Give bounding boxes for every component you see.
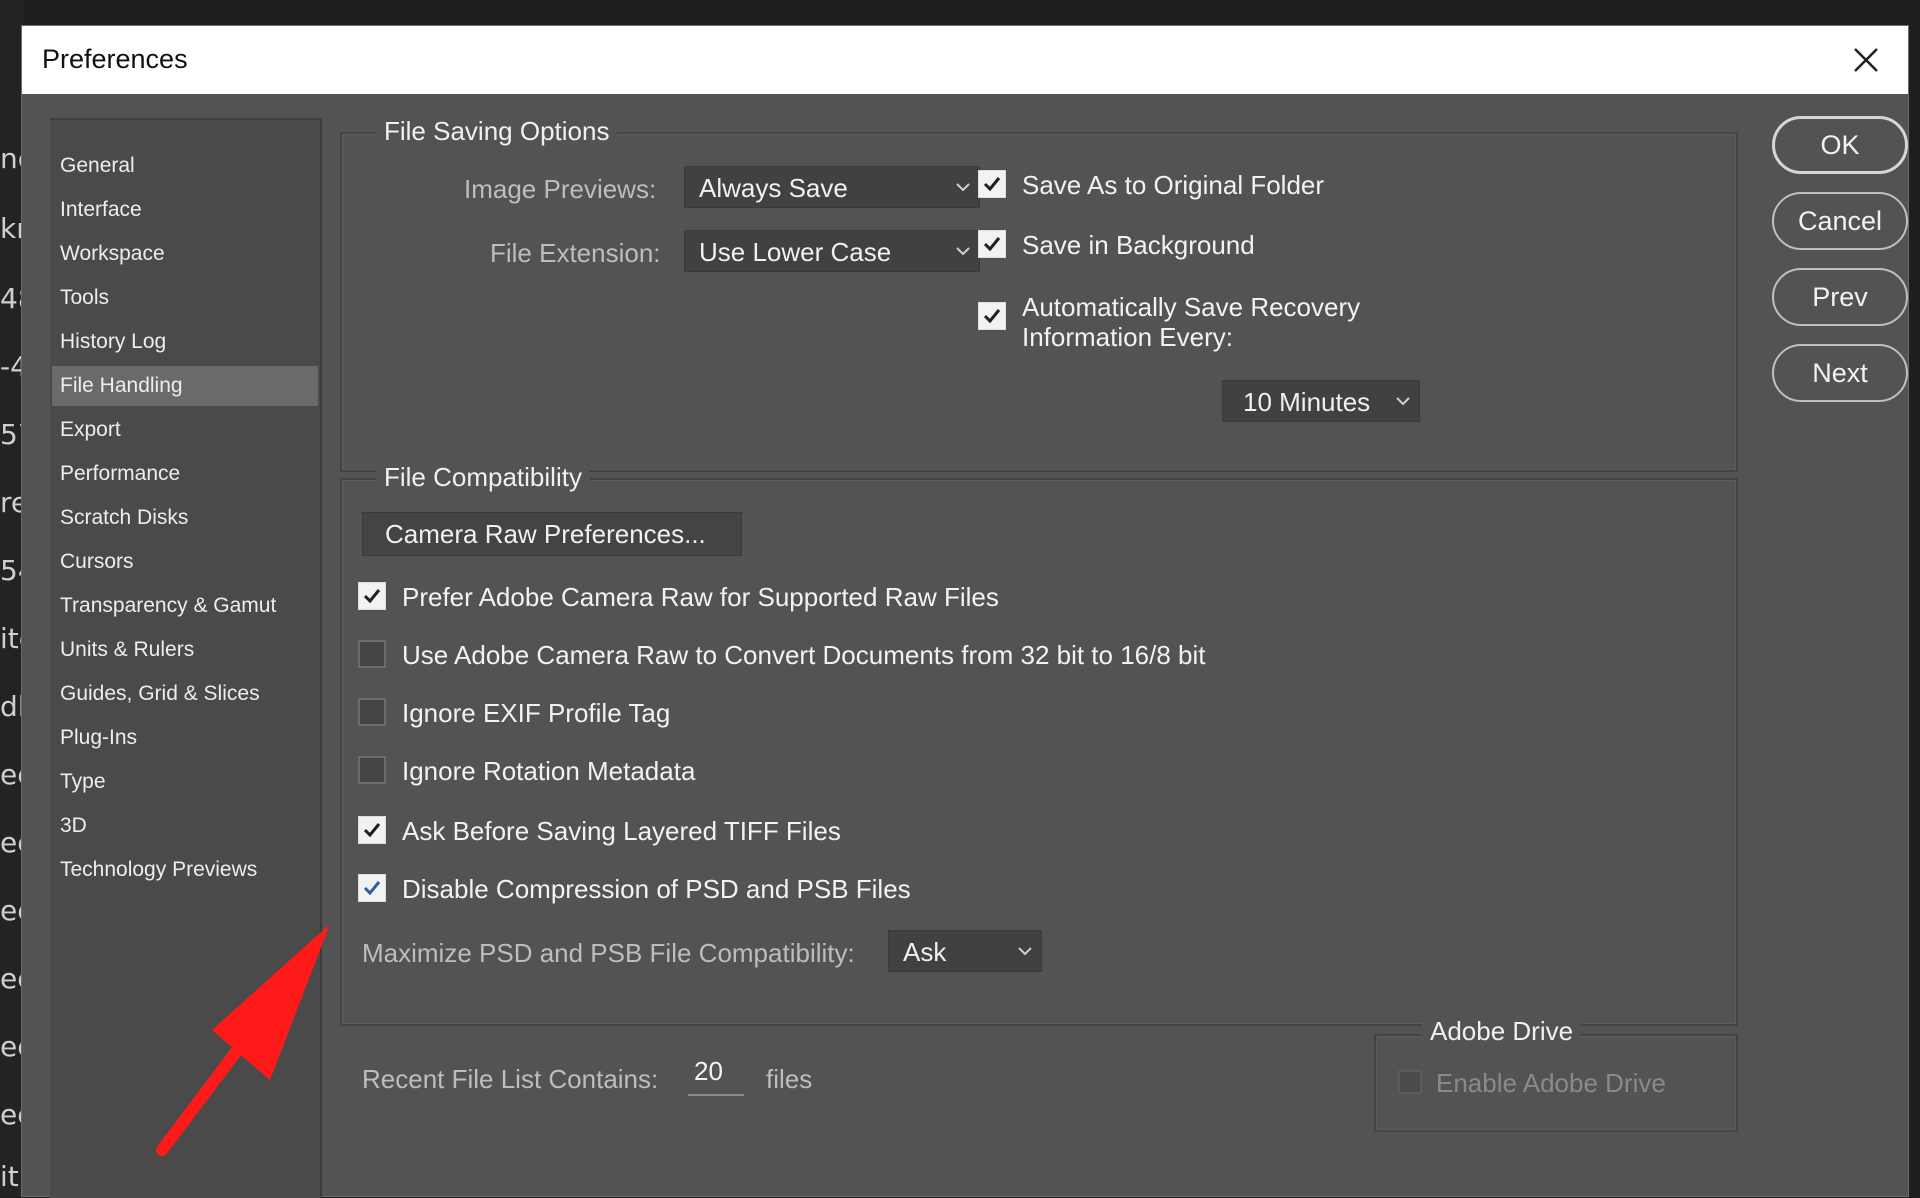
bg-text-fragment: ite [0, 622, 22, 655]
chevron-down-icon [956, 247, 970, 256]
bg-text-fragment: dl [0, 690, 22, 723]
bg-text-fragment: 57 [0, 418, 22, 451]
sidebar-item-3d[interactable]: 3D [52, 806, 318, 846]
bg-text-fragment: 54 [0, 554, 22, 587]
recent-file-suffix: files [766, 1064, 813, 1094]
bg-text-fragment: ne [0, 142, 22, 175]
recent-file-list-label: Recent File List Contains: [362, 1064, 659, 1094]
bg-text-fragment: ee [0, 826, 22, 859]
auto-save-recovery-checkbox[interactable] [978, 302, 1006, 330]
file-saving-options-title: File Saving Options [376, 116, 618, 147]
bg-text-fragment: ee [0, 758, 22, 791]
maximize-compatibility-value: Ask [903, 937, 947, 967]
chevron-down-icon [956, 183, 970, 192]
close-x-icon [1854, 48, 1878, 72]
sidebar-item-transparency-gamut[interactable]: Transparency & Gamut [52, 586, 318, 626]
prev-button[interactable]: Prev [1772, 268, 1908, 326]
save-original-folder-checkbox[interactable] [978, 170, 1006, 198]
sidebar-item-export[interactable]: Export [52, 410, 318, 450]
checkmark-icon [363, 881, 381, 896]
sidebar-item-tools[interactable]: Tools [52, 278, 318, 318]
enable-adobe-drive-label: Enable Adobe Drive [1436, 1068, 1666, 1098]
file-extension-label: File Extension: [490, 238, 661, 268]
prefer-camera-raw-label: Prefer Adobe Camera Raw for Supported Ra… [402, 582, 999, 612]
auto-save-recovery-label-line1: Automatically Save Recovery [1022, 292, 1361, 322]
prefer-camera-raw-checkbox[interactable] [358, 582, 386, 610]
file-extension-dropdown[interactable]: Use Lower Case [684, 230, 980, 272]
sidebar-item-interface[interactable]: Interface [52, 190, 318, 230]
ignore-exif-label: Ignore EXIF Profile Tag [402, 698, 671, 728]
image-previews-label: Image Previews: [464, 174, 657, 204]
sidebar-item-history-log[interactable]: History Log [52, 322, 318, 362]
ask-layered-tiff-checkbox[interactable] [358, 816, 386, 844]
sidebar-item-units-rulers[interactable]: Units & Rulers [52, 630, 318, 670]
checkmark-icon [983, 309, 1001, 324]
enable-adobe-drive-checkbox[interactable] [1398, 1070, 1422, 1094]
sidebar-item-performance[interactable]: Performance [52, 454, 318, 494]
chevron-down-icon [1018, 947, 1032, 956]
save-in-background-label: Save in Background [1022, 230, 1255, 260]
auto-save-recovery-label-line2: Information Every: [1022, 322, 1233, 352]
sidebar-item-technology-previews[interactable]: Technology Previews [52, 850, 318, 890]
background-app: ne kr 48 -4 57 re 54 ite dl ee ee ee ee … [0, 0, 24, 1196]
bg-text-fragment: ee [0, 1030, 22, 1063]
bg-text-fragment: 48 [0, 282, 22, 315]
dialog-title: Preferences [42, 44, 188, 74]
chevron-down-icon [1396, 397, 1410, 406]
checkmark-icon [363, 589, 381, 604]
maximize-compatibility-label: Maximize PSD and PSB File Compatibility: [362, 938, 855, 968]
image-previews-value: Always Save [699, 173, 848, 203]
convert-32bit-label: Use Adobe Camera Raw to Convert Document… [402, 640, 1206, 670]
cancel-button[interactable]: Cancel [1772, 192, 1908, 250]
file-compatibility-title: File Compatibility [376, 462, 590, 493]
bg-text-fragment: -4 [0, 350, 22, 383]
dialog-title-bar: Preferences [22, 26, 1908, 94]
next-button[interactable]: Next [1772, 344, 1908, 402]
bg-text-fragment: re [0, 486, 22, 519]
bg-text-fragment: ee [0, 962, 22, 995]
sidebar-item-plug-ins[interactable]: Plug-Ins [52, 718, 318, 758]
bg-text-fragment: itl [0, 1160, 22, 1193]
ok-button[interactable]: OK [1772, 116, 1908, 174]
disable-compression-label: Disable Compression of PSD and PSB Files [402, 874, 911, 904]
checkmark-icon [363, 823, 381, 838]
bg-text-fragment: kr [0, 212, 22, 245]
image-previews-dropdown[interactable]: Always Save [684, 166, 980, 208]
ignore-rotation-label: Ignore Rotation Metadata [402, 756, 696, 786]
camera-raw-preferences-button[interactable]: Camera Raw Preferences... [362, 512, 742, 556]
disable-compression-checkbox[interactable] [358, 874, 386, 902]
ignore-exif-checkbox[interactable] [358, 698, 386, 726]
ignore-rotation-checkbox[interactable] [358, 756, 386, 784]
bg-text-fragment: ee [0, 1098, 22, 1131]
convert-32bit-checkbox[interactable] [358, 640, 386, 668]
ask-layered-tiff-label: Ask Before Saving Layered TIFF Files [402, 816, 841, 846]
close-button[interactable] [1838, 32, 1894, 88]
checkmark-icon [983, 177, 1001, 192]
save-in-background-checkbox[interactable] [978, 230, 1006, 258]
sidebar-item-guides-grid-slices[interactable]: Guides, Grid & Slices [52, 674, 318, 714]
recent-file-count-input[interactable]: 20 [688, 1056, 744, 1096]
sidebar-item-workspace[interactable]: Workspace [52, 234, 318, 274]
sidebar-item-cursors[interactable]: Cursors [52, 542, 318, 582]
file-extension-value: Use Lower Case [699, 237, 892, 267]
save-interval-dropdown[interactable]: 10 Minutes [1222, 380, 1420, 422]
save-original-folder-label: Save As to Original Folder [1022, 170, 1325, 200]
sidebar-item-type[interactable]: Type [52, 762, 318, 802]
save-interval-value: 10 Minutes [1243, 387, 1371, 417]
maximize-compatibility-dropdown[interactable]: Ask [888, 930, 1042, 972]
sidebar-item-file-handling[interactable]: File Handling [52, 366, 318, 406]
bg-text-fragment: ee [0, 894, 22, 927]
adobe-drive-title: Adobe Drive [1422, 1016, 1582, 1047]
red-arrow-annotation-icon [156, 924, 330, 1156]
checkmark-icon [983, 237, 1001, 252]
sidebar-item-general[interactable]: General [52, 146, 318, 186]
sidebar-item-scratch-disks[interactable]: Scratch Disks [52, 498, 318, 538]
